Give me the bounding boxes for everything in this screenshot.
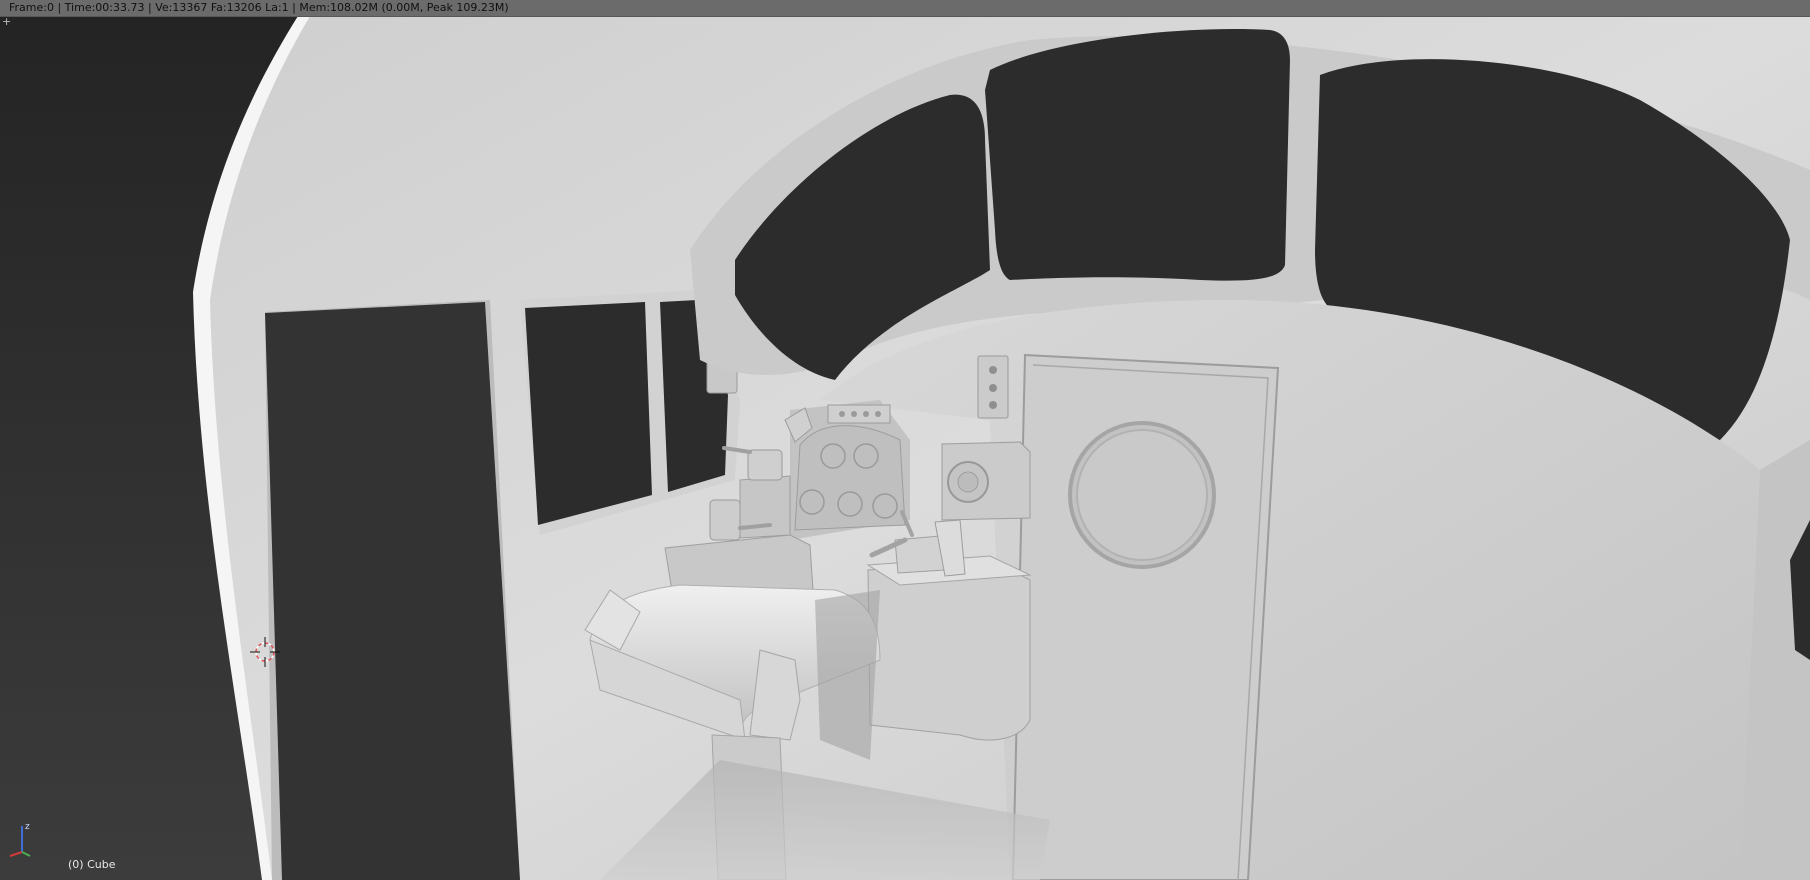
3d-viewport[interactable] xyxy=(0,16,1810,880)
viewport-info-bar: Frame:0 | Time:00:33.73 | Ve:13367 Fa:13… xyxy=(0,0,1810,17)
3d-cursor-icon[interactable] xyxy=(250,637,280,667)
cab-interior-render xyxy=(0,16,1810,880)
blender-app: Frame:0 | Time:00:33.73 | Ve:13367 Fa:13… xyxy=(0,0,1810,880)
axis-gizmo-icon: z xyxy=(9,822,31,857)
svg-text:z: z xyxy=(25,822,30,832)
active-object-label: (0) Cube xyxy=(68,858,116,871)
viewport-stats-text: Frame:0 | Time:00:33.73 | Ve:13367 Fa:13… xyxy=(9,1,509,14)
area-split-corner-icon[interactable]: + xyxy=(2,16,11,27)
